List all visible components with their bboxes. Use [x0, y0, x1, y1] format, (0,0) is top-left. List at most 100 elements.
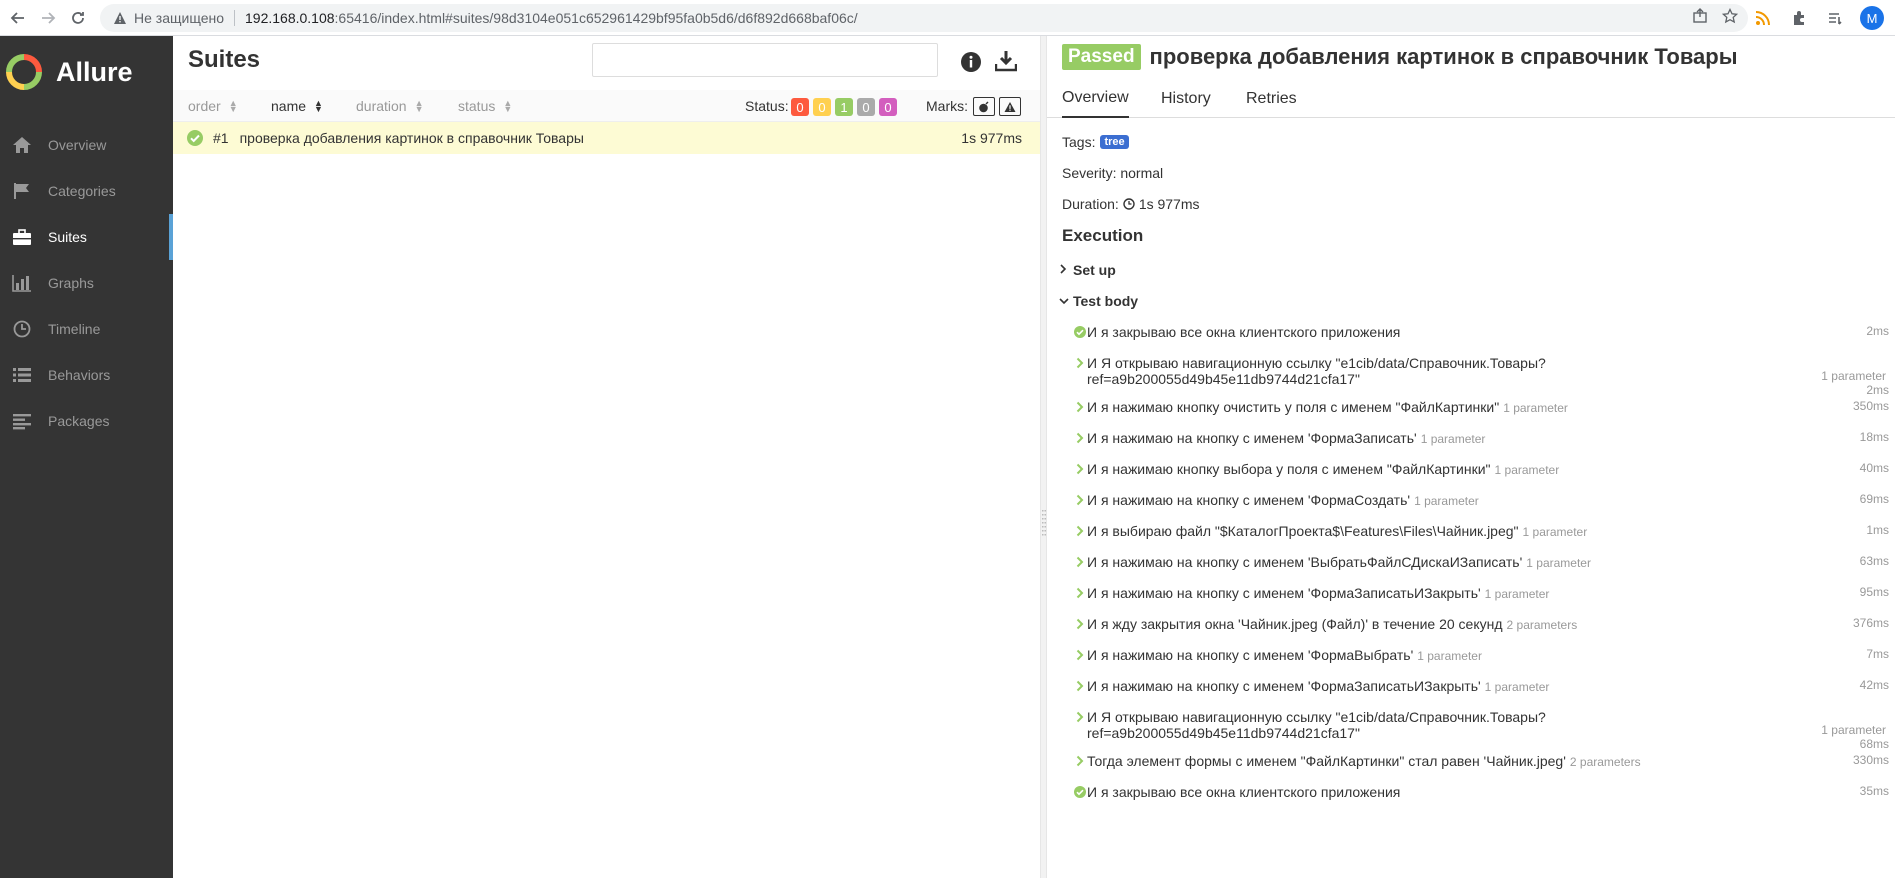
- expand-arrow-icon: [1074, 648, 1086, 662]
- step-row[interactable]: И я нажимаю на кнопку с именем 'ФормаЗап…: [1074, 585, 1890, 616]
- profile-avatar[interactable]: M: [1860, 6, 1884, 30]
- search-input[interactable]: [592, 43, 938, 77]
- reload-icon[interactable]: [60, 0, 96, 36]
- sort-icon: ▲ ▼: [228, 98, 238, 114]
- step-label-continued: ref=a9b200055d49b45e11db9744d21cfa17": [1087, 725, 1360, 741]
- expand-arrow-icon: [1074, 400, 1086, 414]
- tab-overview[interactable]: Overview: [1062, 80, 1129, 118]
- url-host: 192.168.0.108: [245, 10, 335, 26]
- page-title: Suites: [188, 46, 261, 73]
- insecure-label[interactable]: Не защищено: [134, 10, 224, 26]
- status-badge-skipped[interactable]: 0: [857, 98, 875, 116]
- status-badge-failed[interactable]: 0: [791, 98, 809, 116]
- status-badge-broken[interactable]: 0: [813, 98, 831, 116]
- row-order: #1: [213, 130, 229, 146]
- step-label: И Я открываю навигационную ссылку "e1cib…: [1087, 709, 1546, 725]
- step-row[interactable]: И я нажимаю на кнопку с именем 'ФормаЗап…: [1074, 430, 1890, 461]
- step-duration: 95ms: [1859, 585, 1889, 599]
- tab-label: History: [1161, 90, 1211, 107]
- step-row[interactable]: И я закрываю все окна клиентского прилож…: [1074, 324, 1890, 355]
- status-badge-passed[interactable]: 1: [835, 98, 853, 116]
- column-name[interactable]: name ▲ ▼: [271, 90, 323, 122]
- step-row[interactable]: И я выбираю файл "$КаталогПроекта$\Featu…: [1074, 523, 1890, 554]
- setup-section[interactable]: Set up: [1059, 262, 1116, 278]
- tags-label: Tags:: [1062, 134, 1096, 150]
- step-duration: 2ms: [1866, 324, 1889, 338]
- info-icon[interactable]: [961, 52, 981, 72]
- sidebar-item-graphs[interactable]: Graphs: [0, 260, 173, 306]
- step-label: И я нажимаю на кнопку с именем 'ФормаСоз…: [1087, 492, 1411, 508]
- expand-arrow-icon: [1074, 524, 1086, 538]
- step-params: 1 parameter: [1522, 525, 1588, 539]
- step-row[interactable]: И я жду закрытия окна 'Чайник.jpeg (Файл…: [1074, 616, 1890, 647]
- severity-row: Severity: normal: [1062, 165, 1163, 181]
- share-icon[interactable]: [1692, 8, 1708, 29]
- step-row[interactable]: И я нажимаю на кнопку с именем 'ФормаВыб…: [1074, 647, 1890, 678]
- pane-splitter[interactable]: [1040, 36, 1047, 878]
- step-params: 1 parameter: [1414, 494, 1479, 508]
- expand-arrow-icon: [1074, 493, 1086, 507]
- step-label: И Я открываю навигационную ссылку "e1cib…: [1087, 355, 1546, 371]
- table-row[interactable]: #1 проверка добавления картинок в справо…: [173, 122, 1040, 154]
- sidebar-item-suites[interactable]: Suites: [0, 214, 173, 260]
- sidebar-item-packages[interactable]: Packages: [0, 398, 173, 444]
- allure-logo-icon: [6, 54, 42, 90]
- step-duration: 68ms: [1859, 737, 1889, 751]
- test-body-section[interactable]: Test body: [1059, 293, 1138, 309]
- step-text: И я нажимаю на кнопку с именем 'ФормаСоз…: [1087, 492, 1479, 509]
- execution-title: Execution: [1062, 226, 1144, 245]
- step-duration: 42ms: [1859, 678, 1889, 692]
- step-label: И я закрываю все окна клиентского прилож…: [1087, 324, 1401, 340]
- brand[interactable]: Allure: [0, 36, 173, 108]
- flaky-mark-icon[interactable]: [973, 97, 995, 116]
- expand-arrow-icon: [1074, 754, 1086, 768]
- warning-icon[interactable]: [112, 10, 128, 26]
- detail-tabs: Overview History Retries: [1047, 80, 1895, 118]
- expand-arrow-icon: [1074, 710, 1086, 724]
- column-order[interactable]: order ▲ ▼: [188, 90, 238, 122]
- step-row[interactable]: И Я открываю навигационную ссылку "e1cib…: [1074, 355, 1890, 399]
- step-row[interactable]: И я нажимаю кнопку очистить у поля с име…: [1074, 399, 1890, 430]
- bookmark-star-icon[interactable]: [1721, 7, 1739, 29]
- sidebar-item-overview[interactable]: Overview: [0, 122, 173, 168]
- tab-history[interactable]: History: [1161, 80, 1211, 118]
- step-duration: 63ms: [1859, 554, 1889, 568]
- step-row[interactable]: И я нажимаю кнопку выбора у поля с имене…: [1074, 461, 1890, 492]
- step-row[interactable]: И я нажимаю на кнопку с именем 'ФормаЗап…: [1074, 678, 1890, 709]
- expand-arrow-icon: [1074, 586, 1086, 600]
- brand-name: Allure: [56, 56, 133, 87]
- step-row[interactable]: И я закрываю все окна клиентского прилож…: [1074, 784, 1890, 815]
- step-row[interactable]: Тогда элемент формы с именем "ФайлКартин…: [1074, 753, 1890, 784]
- step-label: И я жду закрытия окна 'Чайник.jpeg (Файл…: [1087, 616, 1503, 632]
- extensions-puzzle-icon[interactable]: [1788, 7, 1810, 29]
- step-text: И я нажимаю на кнопку с именем 'ФормаЗап…: [1087, 678, 1549, 695]
- expand-arrow-icon: [1074, 356, 1086, 370]
- step-duration: 2ms: [1866, 383, 1889, 397]
- tag-badge: tree: [1100, 135, 1129, 149]
- sidebar-item-timeline[interactable]: Timeline: [0, 306, 173, 352]
- step-text: И я нажимаю кнопку очистить у поля с име…: [1087, 399, 1568, 416]
- sidebar-item-categories[interactable]: Categories: [0, 168, 173, 214]
- sort-icon: ▲ ▼: [503, 98, 513, 114]
- step-params: 1 parameter: [1494, 463, 1560, 477]
- step-row[interactable]: И Я открываю навигационную ссылку "e1cib…: [1074, 709, 1890, 753]
- column-duration[interactable]: duration ▲ ▼: [356, 90, 424, 122]
- status-badge-unknown[interactable]: 0: [879, 98, 897, 116]
- address-bar[interactable]: Не защищено 192.168.0.108:65416/index.ht…: [100, 4, 1748, 32]
- step-duration: 1ms: [1866, 523, 1889, 537]
- column-label: status: [458, 98, 496, 114]
- reading-list-icon[interactable]: [1824, 7, 1846, 29]
- step-row[interactable]: И я нажимаю на кнопку с именем 'ФормаСоз…: [1074, 492, 1890, 523]
- sidebar-item-behaviors[interactable]: Behaviors: [0, 352, 173, 398]
- new-failed-mark-icon[interactable]: [999, 97, 1021, 116]
- test-detail-pane: Passed проверка добавления картинок в сп…: [1047, 36, 1895, 878]
- download-icon[interactable]: [994, 50, 1018, 72]
- tab-retries[interactable]: Retries: [1246, 80, 1297, 118]
- step-row[interactable]: И я нажимаю на кнопку с именем 'ВыбратьФ…: [1074, 554, 1890, 585]
- column-status[interactable]: status ▲ ▼: [458, 90, 512, 122]
- step-label: И я закрываю все окна клиентского прилож…: [1087, 784, 1401, 800]
- step-params: 1 parameter: [1821, 369, 1886, 383]
- rss-extension-icon[interactable]: [1752, 7, 1774, 29]
- sidebar-item-label: Overview: [48, 137, 107, 153]
- status-badge: Passed: [1062, 44, 1141, 70]
